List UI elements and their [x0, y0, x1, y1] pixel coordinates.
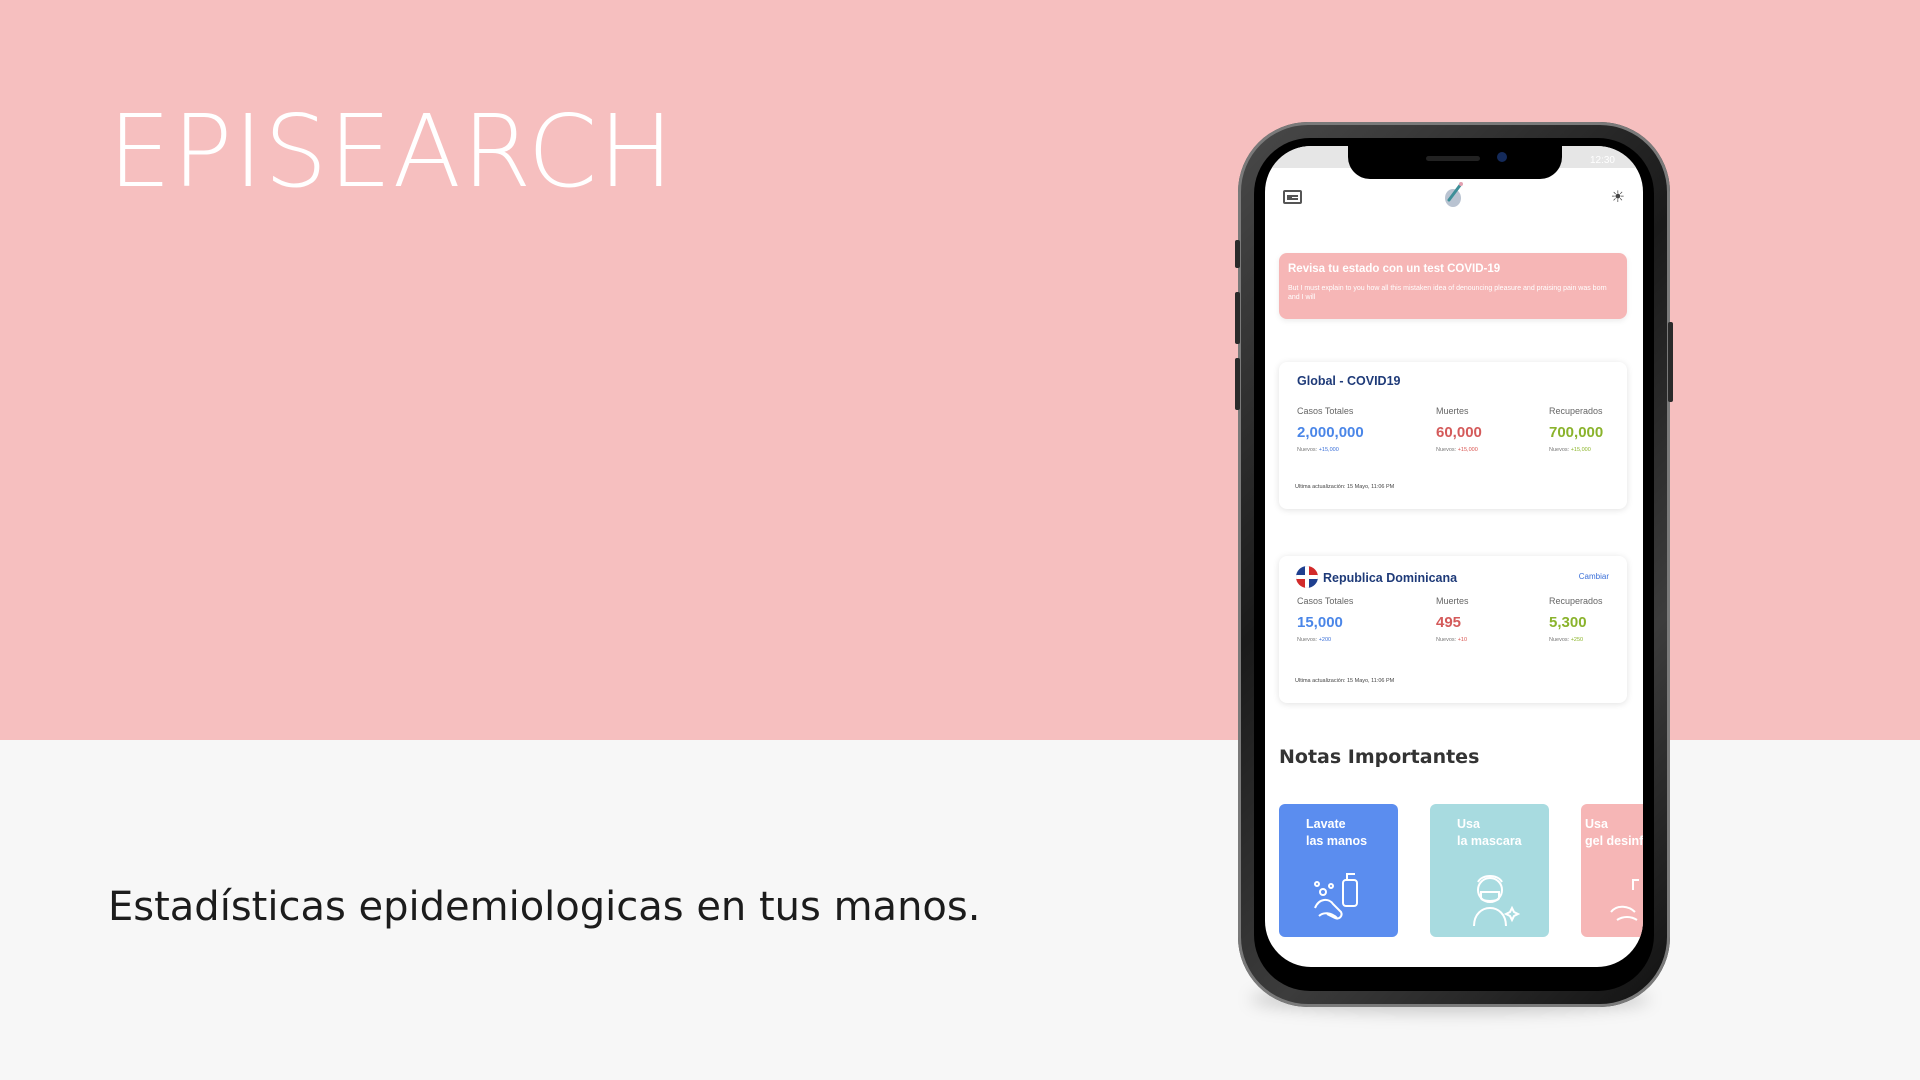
stat-label: Recuperados	[1549, 406, 1603, 416]
power-button	[1668, 322, 1673, 402]
covid-test-banner[interactable]: Revisa tu estado con un test COVID-19 Bu…	[1279, 253, 1627, 319]
stat-new: Nuevos: +10	[1436, 637, 1468, 643]
stat-label: Casos Totales	[1297, 596, 1354, 606]
stat-recovered: Recuperados 5,300 Nuevos: +250	[1549, 596, 1603, 643]
stat-new: Nuevos: +250	[1549, 637, 1584, 643]
stat-total-cases: Casos Totales 15,000 Nuevos: +200	[1297, 596, 1353, 643]
volume-up-button	[1235, 292, 1240, 344]
stat-new: Nuevos: +15,000	[1436, 447, 1478, 453]
app-logo-icon[interactable]	[1443, 180, 1465, 210]
dominican-flag-icon	[1296, 566, 1318, 588]
note-label: Usa gel desinf	[1585, 817, 1643, 848]
status-time: 12:30	[1589, 155, 1615, 166]
note-card-wash-hands[interactable]: Lavate las manos	[1279, 804, 1398, 937]
global-stats-card[interactable]: Global - COVID19 Casos Totales 2,000,000…	[1279, 362, 1627, 509]
stat-deaths: Muertes 60,000 Nuevos: +15,000	[1436, 406, 1482, 453]
tagline: Estadísticas epidemiologicas en tus mano…	[108, 884, 981, 930]
country-stats-card[interactable]: Republica Dominicana Cambiar Casos Total…	[1279, 556, 1627, 703]
id-card-icon[interactable]	[1283, 190, 1302, 204]
speaker-grille	[1426, 156, 1480, 161]
stat-new: Nuevos: +15,000	[1549, 447, 1591, 453]
last-updated: Ultima actualización: 15 Mayo, 11:06 PM	[1295, 484, 1395, 490]
sanitizer-icon	[1610, 879, 1639, 921]
stat-value: 700,000	[1549, 424, 1604, 441]
stat-value: 60,000	[1436, 424, 1482, 441]
stat-label: Muertes	[1436, 406, 1469, 416]
stat-total-cases: Casos Totales 2,000,000 Nuevos: +15,000	[1297, 406, 1364, 453]
stat-recovered: Recuperados 700,000 Nuevos: +15,000	[1549, 406, 1603, 453]
app-header: ☀	[1265, 176, 1643, 216]
note-label: Usa la mascara	[1457, 817, 1522, 848]
stat-value: 15,000	[1297, 614, 1343, 631]
stat-deaths: Muertes 495 Nuevos: +10	[1436, 596, 1469, 643]
stat-new: Nuevos: +15,000	[1297, 447, 1339, 453]
stat-value: 5,300	[1549, 614, 1587, 631]
stat-label: Casos Totales	[1297, 406, 1354, 416]
banner-title: Revisa tu estado con un test COVID-19	[1288, 263, 1501, 275]
change-country-link[interactable]: Cambiar	[1579, 572, 1609, 581]
note-card-use-sanitizer[interactable]: Usa gel desinf	[1581, 804, 1643, 937]
phone-notch	[1348, 146, 1562, 179]
app-screen: 12:30 ☀ Revisa tu estado con un test COV…	[1265, 146, 1643, 967]
stat-value: 495	[1436, 614, 1462, 631]
sun-icon[interactable]: ☀	[1611, 190, 1625, 206]
hand-wash-icon	[1314, 873, 1358, 920]
last-updated: Ultima actualización: 15 Mayo, 11:06 PM	[1295, 678, 1395, 684]
front-camera	[1497, 152, 1507, 162]
note-card-use-mask[interactable]: Usa la mascara	[1430, 804, 1549, 937]
stat-value: 2,000,000	[1297, 424, 1364, 441]
banner-body: But I must explain to you how all this m…	[1288, 285, 1607, 301]
volume-down-button	[1235, 358, 1240, 410]
face-mask-icon	[1473, 875, 1520, 927]
phone-mockup: 12:30 ☀ Revisa tu estado con un test COV…	[1235, 122, 1673, 1007]
stat-new: Nuevos: +200	[1297, 637, 1332, 643]
notes-title: Notas Importantes	[1279, 746, 1480, 768]
stat-label: Muertes	[1436, 596, 1469, 606]
note-label: Lavate las manos	[1306, 817, 1368, 848]
card-title: Global - COVID19	[1297, 374, 1401, 388]
card-title: Republica Dominicana	[1323, 571, 1458, 585]
page-title: EPISEARCH	[108, 93, 675, 210]
silent-switch	[1235, 240, 1240, 268]
stat-label: Recuperados	[1549, 596, 1603, 606]
